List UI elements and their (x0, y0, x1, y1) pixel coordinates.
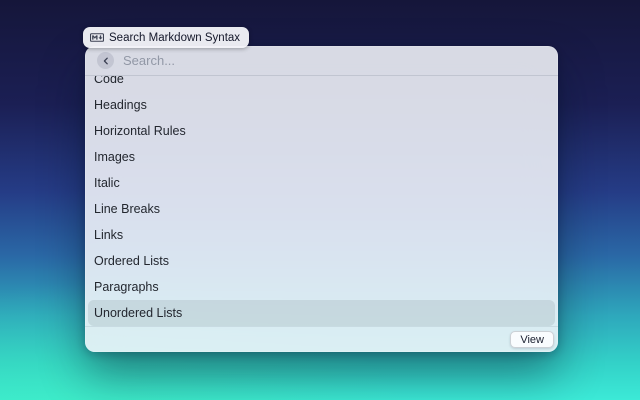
chevron-left-icon (102, 57, 110, 65)
footer-bar: View (85, 326, 558, 352)
search-bar (85, 46, 558, 76)
view-button[interactable]: View (510, 331, 554, 348)
results-list: Code Headings Horizontal Rules Images Italic… (85, 76, 558, 326)
list-item[interactable]: Ordered Lists (88, 248, 555, 274)
list-item-label: Line Breaks (94, 202, 160, 216)
list-item-label: Headings (94, 98, 147, 112)
list-item-label: Links (94, 228, 123, 242)
list-item[interactable]: Headings (88, 92, 555, 118)
window-title-label: Search Markdown Syntax (109, 32, 240, 44)
list-item[interactable]: Line Breaks (88, 196, 555, 222)
search-input[interactable] (123, 53, 546, 68)
list-item[interactable]: Links (88, 222, 555, 248)
list-item[interactable]: Horizontal Rules (88, 118, 555, 144)
list-item[interactable]: Italic (88, 170, 555, 196)
list-item-label: Horizontal Rules (94, 124, 186, 138)
list-item[interactable]: Code (88, 76, 555, 92)
list-item[interactable]: Unordered Lists (88, 300, 555, 326)
list-item[interactable]: Images (88, 144, 555, 170)
list-item-label: Ordered Lists (94, 254, 169, 268)
search-window: Code Headings Horizontal Rules Images Italic… (85, 46, 558, 352)
list-item-label: Italic (94, 176, 120, 190)
list-item[interactable]: Paragraphs (88, 274, 555, 300)
list-item-label: Paragraphs (94, 280, 159, 294)
markdown-icon (90, 33, 104, 42)
list-item-label: Images (94, 150, 135, 164)
list-item-label: Unordered Lists (94, 306, 182, 320)
window-title-tag: Search Markdown Syntax (83, 27, 249, 48)
list-item-label: Code (94, 76, 124, 86)
back-button[interactable] (97, 52, 114, 69)
